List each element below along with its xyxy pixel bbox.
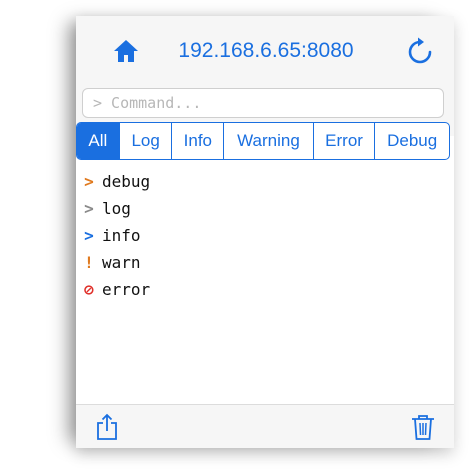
prompt-icon: > — [84, 199, 94, 218]
share-button[interactable] — [94, 413, 120, 441]
tab-warning[interactable]: Warning — [223, 123, 313, 159]
prompt-icon: > — [84, 172, 94, 191]
log-entry-text: info — [102, 226, 141, 245]
log-list: > debug > log > info ! warn ⊘ error — [76, 168, 454, 303]
log-entry-text: error — [102, 280, 151, 299]
reload-icon — [408, 37, 432, 64]
reload-button[interactable] — [405, 36, 435, 66]
trash-icon — [412, 415, 434, 440]
home-icon — [114, 40, 138, 62]
log-entry-info: > info — [76, 222, 454, 249]
filter-tabs: All Log Info Warning Error Debug — [76, 122, 450, 160]
log-entry-text: debug — [102, 172, 151, 191]
address-label: 192.168.6.65:8080 — [178, 39, 354, 62]
tab-log[interactable]: Log — [118, 123, 172, 159]
tab-error[interactable]: Error — [312, 123, 375, 159]
bottom-toolbar — [76, 404, 454, 448]
tab-debug[interactable]: Debug — [374, 123, 449, 159]
prompt-icon: > — [84, 226, 94, 245]
tab-all[interactable]: All — [77, 123, 119, 159]
log-entry-error: ⊘ error — [76, 276, 454, 303]
log-entry-log: > log — [76, 195, 454, 222]
warning-icon: ! — [84, 253, 94, 272]
console-window: 192.168.6.65:8080 All Log Info Warning E… — [76, 16, 454, 448]
log-entry-text: log — [102, 199, 131, 218]
top-toolbar: 192.168.6.65:8080 — [76, 16, 454, 83]
log-entry-text: warn — [102, 253, 141, 272]
error-icon: ⊘ — [84, 280, 94, 299]
log-entry-debug: > debug — [76, 168, 454, 195]
clear-button[interactable] — [410, 413, 436, 441]
share-icon — [97, 413, 117, 440]
log-entry-warn: ! warn — [76, 249, 454, 276]
command-input[interactable] — [82, 88, 444, 118]
tab-info[interactable]: Info — [171, 123, 223, 159]
home-button[interactable] — [112, 37, 140, 65]
left-panel — [22, 16, 76, 448]
